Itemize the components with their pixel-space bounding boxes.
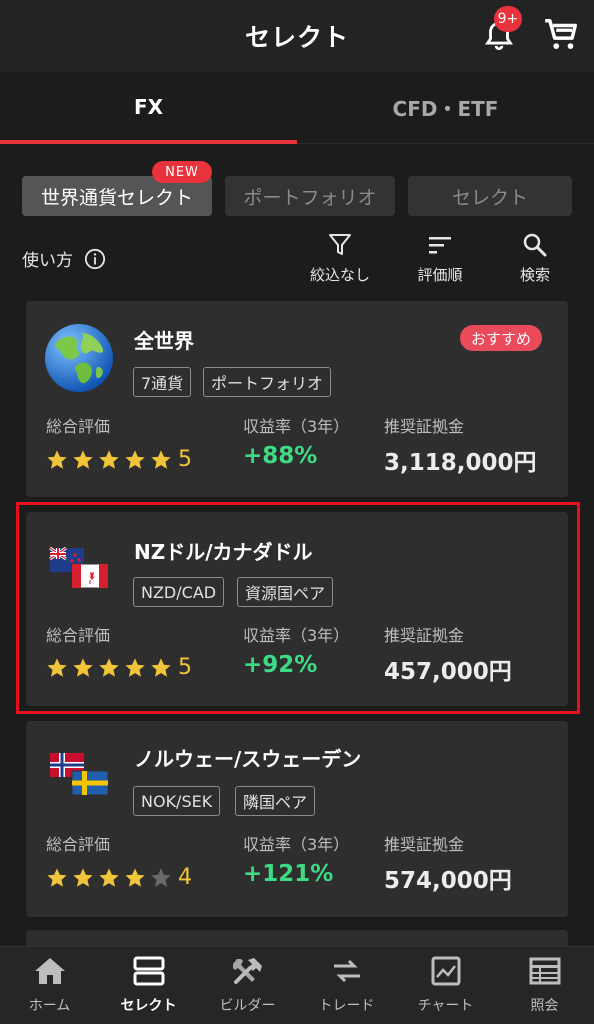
star-icon [99,449,119,469]
filter-icon [329,234,351,255]
tag: NZD/CAD [133,577,225,607]
rating-label: 総合評価 [46,835,111,854]
star-icon [151,657,171,677]
margin-label: 推奨証拠金 [384,417,465,436]
rating-score: 5 [178,655,192,680]
chip-portfolio[interactable]: ポートフォリオ [225,176,395,216]
star-icon [125,867,145,887]
bottom-navigation: ホーム セレクト ビルダー トレード チャート 照会 [0,946,594,1024]
trade-icon [333,959,360,983]
nzd-cad-flags-icon [49,546,109,589]
card-title: 全世界 [134,329,194,353]
return-label: 収益率（3年） [243,417,350,436]
card-title: NZドル/カナダドル [134,540,313,564]
sort-button[interactable]: 評価順 [400,232,480,285]
margin-value: 3,118,000円 [384,450,537,476]
star-icon [99,867,119,887]
search-label: 検索 [519,266,550,284]
filter-label: 絞込なし [309,266,370,284]
filter-button[interactable]: 絞込なし [300,232,380,285]
margin-value: 457,000円 [384,659,512,685]
tag: 資源国ペア [237,577,334,607]
tag: 7通貨 [133,367,192,397]
search-icon [523,233,547,257]
star-icon [73,867,93,887]
card-title: ノルウェー/スウェーデン [134,747,362,771]
strategy-card[interactable]: NZドル/カナダドル NZD/CAD 資源国ペア 総合評価 収益率（3年） 推奨… [26,512,568,706]
table-icon [529,957,560,985]
how-to-use-link[interactable]: 使い方 [22,246,73,271]
home-icon [34,958,65,984]
star-icon [47,449,67,469]
rating-score: 4 [178,865,192,890]
return-value: +121% [243,861,334,887]
nav-inquiry[interactable]: 照会 [495,955,594,1015]
nav-label: 照会 [530,998,559,1014]
tab-fx[interactable]: FX [0,72,297,142]
star-rating: 5 [46,447,192,472]
info-icon[interactable] [84,248,106,270]
star-icon [99,657,119,677]
sort-icon [429,237,451,254]
chip-select[interactable]: セレクト [408,176,572,216]
star-icon [47,867,67,887]
star-icon [125,657,145,677]
page-title: セレクト [244,23,349,52]
margin-value: 574,000円 [384,868,512,894]
new-badge: NEW [152,161,212,183]
star-icon [151,867,171,887]
rating-score: 5 [178,447,192,472]
nok-sek-flags-icon [50,753,109,796]
nav-label: チャート [417,998,474,1014]
recommended-badge: おすすめ [460,325,542,351]
notification-badge: 9+ [494,6,522,32]
margin-label: 推奨証拠金 [384,626,465,645]
nav-chart[interactable]: チャート [396,955,495,1015]
nav-label: トレード [318,998,375,1014]
tag: 隣国ペア [235,786,316,816]
star-icon [151,449,171,469]
strategy-card[interactable]: 全世界 おすすめ 7通貨 ポートフォリオ 総合評価 収益率（3年） 推奨証拠金 … [26,301,568,497]
nav-label: セレクト [120,998,177,1014]
star-icon [125,449,145,469]
cart-icon[interactable] [542,16,580,54]
return-value: +88% [243,443,318,469]
star-rating: 4 [46,865,192,890]
tab-cfd-etf[interactable]: CFD・ETF [297,72,594,142]
star-icon [73,449,93,469]
tag: ポートフォリオ [203,367,332,397]
margin-label: 推奨証拠金 [384,835,465,854]
chart-icon [431,956,460,986]
market-tabs: FX CFD・ETF [0,72,594,144]
return-value: +92% [243,652,318,678]
nav-trade[interactable]: トレード [297,955,396,1015]
tools-icon [232,958,262,984]
globe-icon [45,324,113,392]
nav-label: ビルダー [219,998,276,1014]
nav-builder[interactable]: ビルダー [198,955,297,1015]
return-label: 収益率（3年） [243,626,350,645]
sort-label: 評価順 [417,266,463,284]
return-label: 収益率（3年） [243,835,350,854]
rating-label: 総合評価 [46,626,111,645]
nav-label: ホーム [28,998,71,1014]
star-rating: 5 [46,655,192,680]
tab-indicator [0,140,297,144]
search-button[interactable]: 検索 [495,232,575,285]
rating-label: 総合評価 [46,417,111,436]
nav-home[interactable]: ホーム [0,955,99,1015]
star-icon [47,657,67,677]
nav-select[interactable]: セレクト [99,955,198,1015]
strategy-card[interactable]: ノルウェー/スウェーデン NOK/SEK 隣国ペア 総合評価 収益率（3年） 推… [26,721,568,917]
select-icon [133,956,164,986]
tag: NOK/SEK [133,786,221,816]
star-icon [73,657,93,677]
